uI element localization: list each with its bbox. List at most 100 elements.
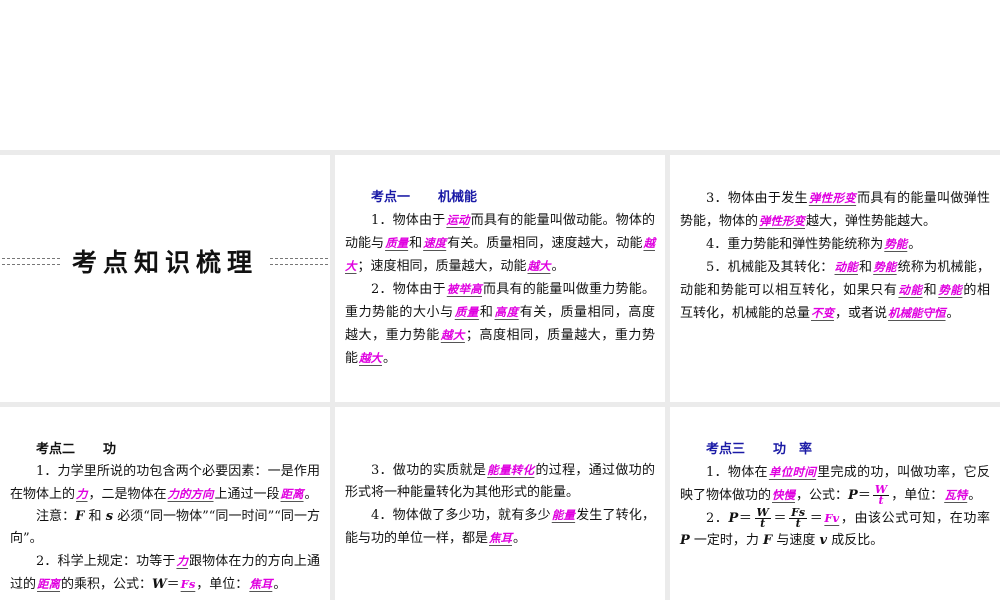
text: 和 <box>479 305 494 320</box>
fill-in-answer: 距离 <box>37 577 61 591</box>
text: 。 <box>968 488 982 503</box>
text: 4．物体做了多少功，就有多少 <box>371 508 551 523</box>
slide-thumbnail-2[interactable]: 考点一 机械能 1．物体由于运动而具有的能量叫做动能。物体的动能与质量和速度有关。质… <box>335 155 665 402</box>
fill-in-answer: 势能 <box>873 260 897 274</box>
text: ，由该公式可知，在功率 <box>840 511 990 526</box>
fill-in-answer: 力 <box>76 487 88 501</box>
fraction-denominator: t <box>878 494 884 507</box>
fill-in-answer: 动能 <box>898 283 923 297</box>
text: ，或者说 <box>835 306 888 321</box>
slide-title: 考点知识梳理 <box>71 248 258 277</box>
text: ，单位： <box>891 488 944 503</box>
text: 一定时，力 <box>689 533 764 548</box>
paragraph: 2．科学上规定：功等于力跟物体在力的方向上通过的距离的乘积，公式：W＝Fs，单位… <box>10 550 320 596</box>
text: 5．机械能及其转化： <box>706 260 834 275</box>
text: 与速度 <box>772 533 820 548</box>
text: 和 <box>923 283 938 298</box>
fill-in-answer: Fv <box>824 511 840 525</box>
text: 的乘积，公式： <box>61 577 153 592</box>
fill-in-answer: 弹性形变 <box>759 214 806 228</box>
text: 有关。质量相同，速度越大，动能 <box>447 236 643 251</box>
section-number: 考点三 <box>706 442 746 457</box>
text: ，单位： <box>196 577 249 592</box>
fill-in-answer: 机械能守恒 <box>888 306 946 320</box>
text: ，公式： <box>796 488 849 503</box>
fill-in-answer: 焦耳 <box>249 577 273 591</box>
fill-in-answer: 势能 <box>938 283 963 297</box>
text: ，二是物体在 <box>88 487 167 502</box>
fill-in-answer: 不变 <box>811 306 835 320</box>
text: ＝ <box>809 511 824 526</box>
paragraph: 4．重力势能和弹性势能统称为势能。 <box>680 233 990 256</box>
fill-in-answer: 被举高 <box>446 282 483 296</box>
text: 上通过一段 <box>214 487 280 502</box>
fraction-denominator: t <box>795 517 801 530</box>
slide-body: 考点一 机械能 1．物体由于运动而具有的能量叫做动能。物体的动能与质量和速度有关。质… <box>345 187 655 370</box>
text: 3．做功的实质就是 <box>371 463 487 478</box>
paragraph: 3．做功的实质就是能量转化的过程，通过做功的形式将一种能量转化为其他形式的能量。 <box>345 459 655 504</box>
fill-in-answer: 焦耳 <box>489 531 513 545</box>
slide-thumbnail-3[interactable]: 3．物体由于发生弹性形变而具有的能量叫做弹性势能，物体的弹性形变越大，弹性势能越… <box>670 155 1000 402</box>
fill-in-answer: 能量转化 <box>487 463 535 477</box>
fraction-denominator: t <box>760 517 766 530</box>
math-variable: F <box>763 533 773 548</box>
text: 和 <box>84 509 106 524</box>
slide-thumbnail-1[interactable]: 考点知识梳理 <box>0 155 330 402</box>
text: 3．物体由于发生 <box>706 191 808 206</box>
slide-body: 考点三 功 率 1．物体在单位时间里完成的功，叫做功率，它反映了物体做功的快慢，公式… <box>680 439 990 552</box>
fill-in-answer: 力 <box>176 554 189 568</box>
text: 成反比。 <box>827 533 884 548</box>
text: ＝ <box>772 511 788 526</box>
section-heading: 考点三 功 率 <box>680 439 990 461</box>
text: 。 <box>383 351 397 366</box>
fill-in-answer: 单位时间 <box>768 465 817 479</box>
fill-in-answer: 质量 <box>385 236 409 250</box>
fill-in-answer: 弹性形变 <box>808 191 857 205</box>
paragraph: 2．物体由于被举高而具有的能量叫做重力势能。重力势能的大小与质量和高度有关，质量… <box>345 278 655 370</box>
fill-in-answer: 动能 <box>834 260 858 274</box>
math-variable: P <box>848 488 858 503</box>
slide-thumbnail-4[interactable]: 考点二 功 1．力学里所说的功包含两个必要因素：一是作用在物体上的力，二是物体在力的… <box>0 407 330 600</box>
text: 1．物体由于 <box>371 213 446 228</box>
paragraph: 5．机械能及其转化：动能和势能统称为机械能，动能和势能可以相互转化，如果只有动能… <box>680 256 990 325</box>
text: ；速度相同，质量越大，动能 <box>357 259 527 274</box>
slide-thumbnail-5[interactable]: 3．做功的实质就是能量转化的过程，通过做功的形式将一种能量转化为其他形式的能量。… <box>335 407 665 600</box>
paragraph: 3．物体由于发生弹性形变而具有的能量叫做弹性势能，物体的弹性形变越大，弹性势能越… <box>680 187 990 233</box>
slide-thumbnail-6[interactable]: 考点三 功 率 1．物体在单位时间里完成的功，叫做功率，它反映了物体做功的快慢，公式… <box>670 407 1000 600</box>
fill-in-answer: 快慢 <box>772 488 796 502</box>
text: 和 <box>409 236 423 251</box>
section-number: 考点二 <box>36 442 76 457</box>
text: 1．物体在 <box>706 465 768 480</box>
slide-body: 3．做功的实质就是能量转化的过程，通过做功的形式将一种能量转化为其他形式的能量。… <box>345 459 655 550</box>
section-topic: 功 率 <box>773 442 813 457</box>
paragraph: 1．力学里所说的功包含两个必要因素：一是作用在物体上的力，二是物体在力的方向上通… <box>10 461 320 506</box>
text: 注意： <box>36 509 76 524</box>
slide-sorter-view: 考点知识梳理 考点一 机械能 1．物体由于运动而具有的能量叫做动能。物体的动能与质量… <box>0 0 1000 600</box>
math-variable: P <box>728 511 739 526</box>
fraction: Wt <box>872 484 890 507</box>
section-heading: 考点一 机械能 <box>345 187 655 209</box>
slide-body: 考点二 功 1．力学里所说的功包含两个必要因素：一是作用在物体上的力，二是物体在力的… <box>10 439 320 596</box>
dashed-divider-right <box>270 257 328 265</box>
text: 。 <box>513 531 527 546</box>
slide-body: 3．物体由于发生弹性形变而具有的能量叫做弹性势能，物体的弹性形变越大，弹性势能越… <box>680 187 990 325</box>
text: 。 <box>304 487 318 502</box>
fill-in-answer: 速度 <box>423 236 447 250</box>
fill-in-answer: 距离 <box>280 487 304 501</box>
text: 2． <box>706 511 729 526</box>
math-variable: F <box>75 509 85 524</box>
fill-in-answer: 运动 <box>446 213 470 227</box>
math-variable: v <box>819 533 828 548</box>
section-heading: 考点二 功 <box>10 439 320 461</box>
text: 4．重力势能和弹性势能统称为 <box>706 237 884 252</box>
fraction: Wt <box>754 507 771 530</box>
fraction: Fs t <box>789 507 808 530</box>
section-number: 考点一 <box>371 190 411 205</box>
top-blank-area <box>0 0 1000 150</box>
math-variable: P <box>680 533 690 548</box>
fill-in-answer: 越大 <box>359 351 383 365</box>
text: 。 <box>551 259 565 274</box>
dashed-divider-left <box>1 257 60 265</box>
fill-in-answer: 力的方向 <box>167 487 214 501</box>
text: 。 <box>908 237 922 252</box>
